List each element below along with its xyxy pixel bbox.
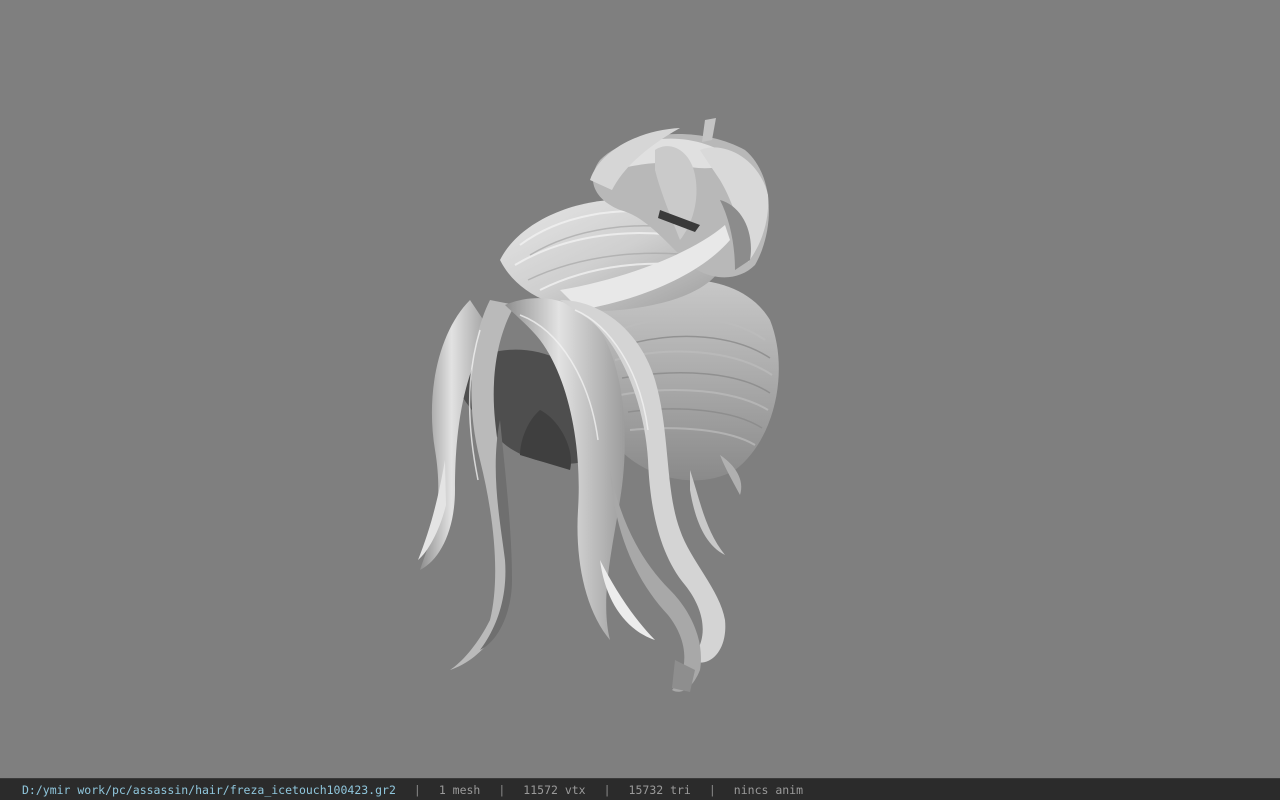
file-path: D:/ymir work/pc/assassin/hair/freza_icet… xyxy=(22,782,396,797)
triangle-count: 15732 tri xyxy=(628,782,691,797)
vertex-count: 11572 vtx xyxy=(523,782,586,797)
separator: | xyxy=(603,782,611,797)
hair-model-render xyxy=(418,118,779,692)
mesh-count: 1 mesh xyxy=(438,782,481,797)
separator: | xyxy=(498,782,506,797)
status-bar: D:/ymir work/pc/assassin/hair/freza_icet… xyxy=(0,778,1280,800)
separator: | xyxy=(413,782,421,797)
separator: | xyxy=(708,782,716,797)
3d-viewport[interactable] xyxy=(0,0,1280,778)
animation-info: nincs anim xyxy=(733,782,804,797)
